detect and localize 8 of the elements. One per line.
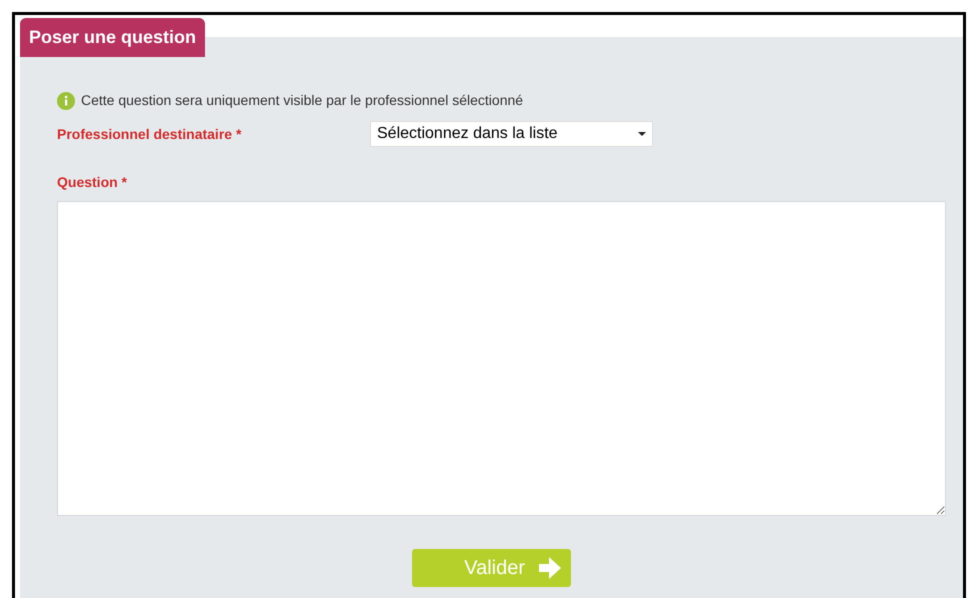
arrow-right-icon [539,556,561,580]
recipient-select[interactable]: Sélectionnez dans la liste [370,121,653,147]
recipient-label: Professionnel destinataire * [57,124,242,144]
caret-icon [638,132,646,136]
question-field[interactable] [57,201,946,516]
info-icon [57,92,75,110]
question-label: Question * [57,173,128,192]
info-text: Cette question sera uniquement visible par le professionnel sélectionné [81,91,524,110]
